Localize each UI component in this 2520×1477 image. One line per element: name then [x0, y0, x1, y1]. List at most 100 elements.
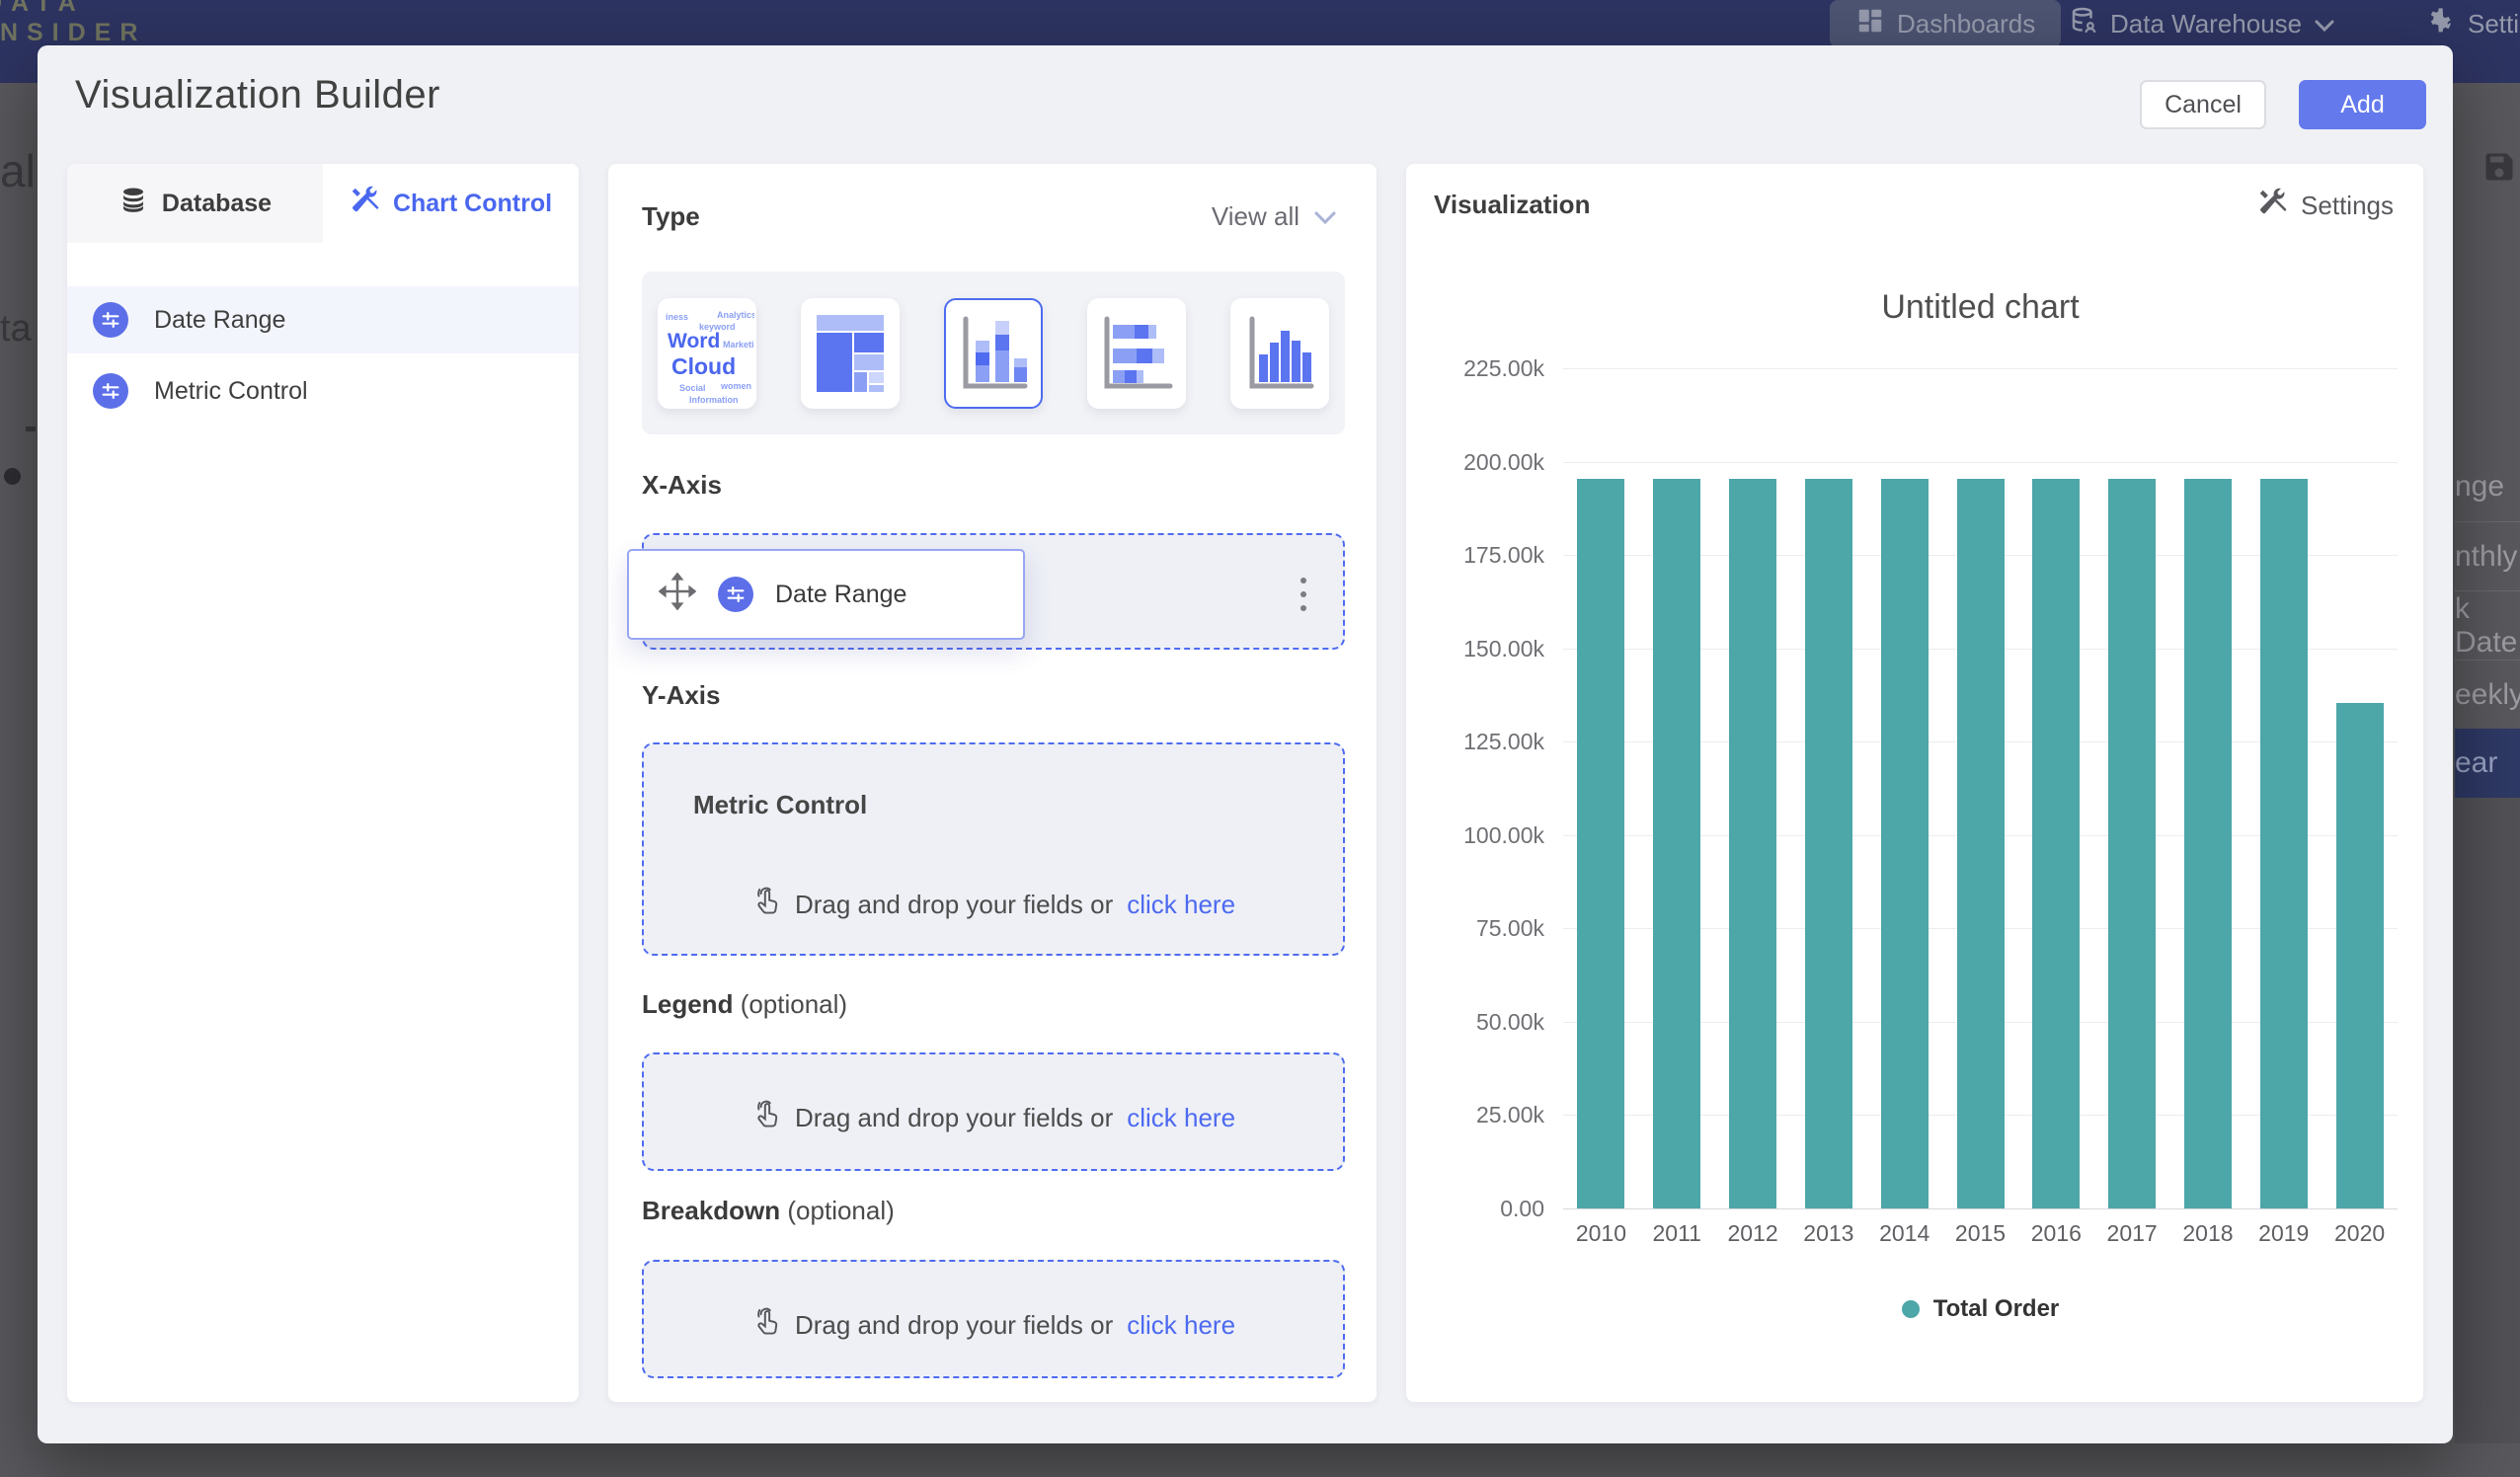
- chart-type-treemap[interactable]: [801, 298, 900, 409]
- modal-title: Visualization Builder: [75, 73, 440, 117]
- bar-2010[interactable]: [1577, 479, 1624, 1208]
- nav-label: Settings: [2468, 9, 2520, 39]
- control-icon: [93, 302, 128, 338]
- bar-2018[interactable]: [2184, 479, 2232, 1208]
- view-all-dropdown[interactable]: View all: [1212, 201, 1337, 232]
- bg-fragment-right-active: ear: [2455, 729, 2520, 798]
- bar-chart-plot: [1563, 368, 2398, 1208]
- view-all-label: View all: [1212, 201, 1299, 232]
- chart-settings-button[interactable]: Settings: [2257, 188, 2394, 224]
- legend-section-label: Legend (optional): [642, 989, 847, 1020]
- dragged-field-label: Date Range: [775, 581, 906, 609]
- nav-item-settings[interactable]: Settings: [2424, 0, 2520, 47]
- tools-icon: [350, 186, 379, 222]
- tab-label: Chart Control: [393, 190, 552, 218]
- y-tick-label: 125.00k: [1406, 729, 1544, 755]
- field-item-date-range[interactable]: Date Range: [67, 286, 579, 353]
- y-tick-label: 150.00k: [1406, 636, 1544, 662]
- y-axis-tick-labels: 0.0025.00k50.00k75.00k100.00k125.00k150.…: [1406, 368, 1544, 1208]
- visualization-builder-modal: Visualization Builder Cancel Add Databas…: [38, 45, 2453, 1443]
- y-axis-section-label: Y-Axis: [642, 680, 721, 711]
- nav-item-data-warehouse[interactable]: Data Warehouse: [2069, 0, 2335, 47]
- click-here-link[interactable]: click here: [1127, 1103, 1235, 1133]
- breakdown-dropzone[interactable]: Drag and drop your fields or click here: [642, 1260, 1345, 1378]
- x-axis-menu-kebab-icon[interactable]: [1284, 567, 1323, 622]
- x-tick-label: 2018: [2182, 1220, 2233, 1247]
- gridline: [1563, 1208, 2398, 1209]
- nav-item-dashboards[interactable]: Dashboards: [1830, 0, 2061, 47]
- database-icon: [118, 185, 148, 223]
- bg-fragment-right-3: k Date: [2455, 590, 2520, 660]
- bg-fragment-left-2: ta: [0, 308, 32, 350]
- bar-2014[interactable]: [1881, 479, 1929, 1208]
- data-warehouse-icon: [2069, 6, 2098, 42]
- tap-icon: [751, 885, 781, 925]
- legend-dropzone[interactable]: Drag and drop your fields or click here: [642, 1052, 1345, 1171]
- app-logo: DATA INSIDER: [0, 0, 146, 47]
- x-tick-label: 2012: [1727, 1220, 1777, 1247]
- bar-2013[interactable]: [1805, 479, 1852, 1208]
- chart-type-stacked-bar[interactable]: [1087, 298, 1186, 409]
- x-axis-section-label: X-Axis: [642, 470, 722, 501]
- chart-type-column[interactable]: [1230, 298, 1329, 409]
- click-here-link[interactable]: click here: [1127, 1310, 1235, 1341]
- bar-2011[interactable]: [1653, 479, 1700, 1208]
- dropzone-text: Drag and drop your fields or: [795, 1103, 1113, 1133]
- bg-fragment-left-1: al: [0, 144, 36, 197]
- bg-fragment-right-1: nge: [2455, 452, 2520, 521]
- add-button[interactable]: Add: [2299, 80, 2426, 129]
- bg-fragment-right-area: [2455, 798, 2520, 1443]
- tap-icon: [751, 1098, 781, 1138]
- settings-label: Settings: [2301, 191, 2394, 221]
- nav-label: Data Warehouse: [2110, 9, 2302, 39]
- control-icon: [93, 373, 128, 409]
- click-here-link[interactable]: click here: [1127, 890, 1235, 920]
- chevron-down-icon: [2314, 9, 2335, 39]
- y-tick-label: 100.00k: [1406, 822, 1544, 849]
- metric-control-label: Metric Control: [693, 790, 867, 820]
- fields-panel: Database Chart Control Date Range Metric…: [67, 164, 579, 1402]
- cancel-button[interactable]: Cancel: [2140, 80, 2266, 129]
- bar-2017[interactable]: [2108, 479, 2156, 1208]
- dropzone-text: Drag and drop your fields or: [795, 890, 1113, 920]
- x-axis-tick-labels: 2010201120122013201420152016201720182019…: [1563, 1220, 2398, 1250]
- x-tick-label: 2019: [2258, 1220, 2309, 1247]
- save-icon: [2481, 148, 2517, 191]
- tab-chart-control[interactable]: Chart Control: [323, 164, 579, 243]
- field-item-metric-control[interactable]: Metric Control: [67, 357, 579, 425]
- type-section-label: Type: [642, 201, 700, 232]
- screen: DATA INSIDER Dashboards Data Warehouse S…: [0, 0, 2520, 1477]
- gridline: [1563, 462, 2398, 463]
- builder-panel: Type View all Word Cloud iness Analytics…: [608, 164, 1377, 1402]
- chart-legend[interactable]: Total Order: [1563, 1295, 2398, 1323]
- chart-type-stacked-column[interactable]: [944, 298, 1043, 409]
- x-tick-label: 2015: [1955, 1220, 2006, 1247]
- y-tick-label: 75.00k: [1406, 915, 1544, 942]
- bar-2012[interactable]: [1729, 479, 1776, 1208]
- chart-title: Untitled chart: [1563, 288, 2398, 327]
- bg-fragment-right-4: eekly: [2455, 660, 2520, 729]
- tab-database[interactable]: Database: [67, 164, 323, 243]
- visualization-panel: Visualization Settings Untitled chart 0.…: [1406, 164, 2423, 1402]
- legend-dot: [1902, 1300, 1920, 1318]
- nav-label: Dashboards: [1897, 9, 2035, 39]
- bar-2016[interactable]: [2032, 479, 2080, 1208]
- x-tick-label: 2017: [2107, 1220, 2158, 1247]
- bg-fragment-bullet: [4, 468, 21, 485]
- tap-icon: [751, 1305, 781, 1346]
- y-tick-label: 50.00k: [1406, 1009, 1544, 1036]
- legend-label: Total Order: [1933, 1295, 2060, 1323]
- bg-fragment-right-2: nthly: [2455, 521, 2520, 590]
- field-label: Metric Control: [154, 377, 308, 406]
- gear-icon: [2424, 5, 2456, 43]
- field-label: Date Range: [154, 306, 285, 335]
- tab-label: Database: [162, 190, 272, 218]
- chart-type-word-cloud[interactable]: Word Cloud iness Analytics keyword Marke…: [658, 298, 756, 409]
- bar-2015[interactable]: [1957, 479, 2005, 1208]
- bar-2019[interactable]: [2260, 479, 2308, 1208]
- bar-2020[interactable]: [2336, 703, 2384, 1208]
- dropzone-text: Drag and drop your fields or: [795, 1310, 1113, 1341]
- y-axis-dropzone[interactable]: Metric Control Drag and drop your fields…: [642, 742, 1345, 956]
- x-tick-label: 2011: [1652, 1220, 1700, 1247]
- dragged-field-date-range[interactable]: Date Range: [627, 549, 1025, 640]
